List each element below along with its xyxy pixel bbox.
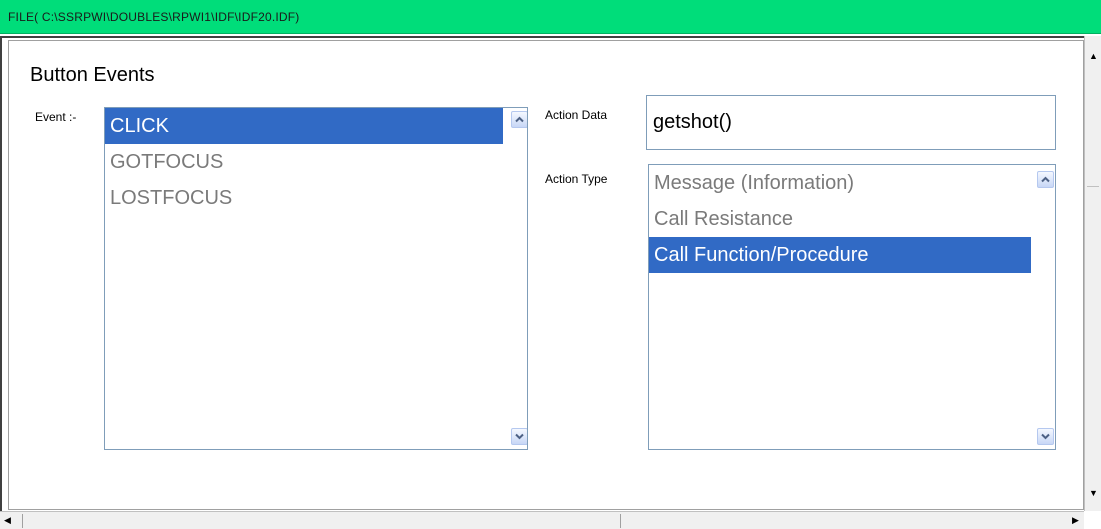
scroll-left-icon[interactable]: ◀ [4,516,11,525]
action-data-label: Action Data [545,108,608,122]
action-type-item-call-function[interactable]: Call Function/Procedure [649,237,1031,273]
title-bar: FILE( C:\SSRPWI\DOUBLES\RPWI1\IDF\IDF20.… [0,0,1101,34]
event-listbox[interactable]: CLICK GOTFOCUS LOSTFOCUS [104,107,528,450]
action-type-scroll-up-icon[interactable] [1037,171,1054,188]
event-scroll-down-icon[interactable] [511,428,527,445]
action-type-item-call-resistance[interactable]: Call Resistance [649,201,1031,237]
event-item-click[interactable]: CLICK [105,108,503,144]
action-type-scroll-down-icon[interactable] [1037,428,1054,445]
event-label: Event :- [35,110,77,124]
action-data-input[interactable]: getshot() [646,95,1056,150]
section-heading: Button Events [30,64,155,86]
scroll-up-icon[interactable]: ▲ [1089,52,1098,61]
horizontal-scrollbar[interactable]: ◀ ▶ [0,511,1084,529]
event-item-lostfocus[interactable]: LOSTFOCUS [105,180,503,216]
action-type-label: Action Type [545,172,608,186]
window-title: FILE( C:\SSRPWI\DOUBLES\RPWI1\IDF\IDF20.… [8,10,300,24]
scroll-divider [22,514,23,528]
scroll-right-icon[interactable]: ▶ [1072,516,1079,525]
vertical-scrollbar[interactable]: ▲ ▼ [1084,36,1101,511]
event-scroll-up-icon[interactable] [511,111,527,128]
event-item-gotfocus[interactable]: GOTFOCUS [105,144,503,180]
scroll-down-icon[interactable]: ▼ [1089,489,1098,498]
action-type-listbox[interactable]: Message (Information) Call Resistance Ca… [648,164,1056,450]
scroll-thumb-edge [620,514,621,528]
scroll-thumb-edge [1087,186,1099,187]
action-type-item-message[interactable]: Message (Information) [649,165,1031,201]
